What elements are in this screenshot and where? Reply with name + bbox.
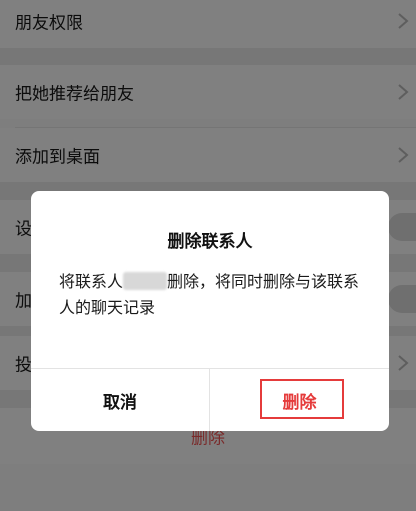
delete-contact-dialog: 删除联系人 将联系人 删除，将同时删除与该联系人的聊天记录 取消 删除 (31, 191, 389, 431)
friend-permissions-label: 朋友权限 (15, 13, 83, 34)
set-label: 设 (15, 219, 32, 240)
dialog-message: 将联系人 删除，将同时删除与该联系人的聊天记录 (59, 269, 365, 321)
chevron-right-icon (398, 147, 409, 163)
delete-button-label: 删除 (282, 392, 317, 413)
redacted-name (123, 272, 168, 290)
toggle-switch[interactable] (388, 213, 416, 241)
chevron-right-icon (398, 84, 409, 100)
add-label: 加 (15, 291, 32, 312)
friend-permissions-row[interactable]: 朋友权限 (0, 0, 416, 48)
dialog-title: 删除联系人 (167, 232, 253, 252)
delete-button[interactable]: 删除 (210, 369, 389, 431)
section-gap (0, 48, 416, 65)
cancel-label: 取消 (103, 392, 137, 413)
complain-label: 投 (15, 355, 32, 376)
recommend-label: 把她推荐给朋友 (15, 84, 134, 105)
chevron-right-icon (398, 355, 409, 371)
cancel-button[interactable]: 取消 (31, 369, 209, 431)
message-prefix: 将联系人 (59, 272, 124, 291)
add-desktop-label: 添加到桌面 (15, 147, 100, 168)
toggle-switch[interactable] (388, 285, 416, 313)
recommend-to-friend-row[interactable]: 把她推荐给朋友 (0, 65, 416, 119)
chevron-right-icon (398, 13, 409, 29)
add-to-desktop-row[interactable]: 添加到桌面 (0, 128, 416, 182)
